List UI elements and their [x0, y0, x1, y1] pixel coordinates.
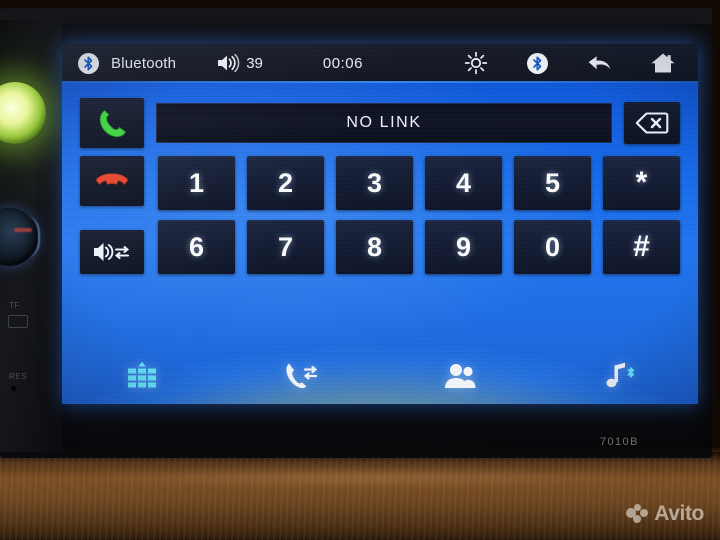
tf-slot-label: TF	[9, 301, 20, 310]
avito-watermark: Avito	[626, 502, 704, 526]
knob-highlight-ring	[6, 216, 40, 258]
table-light-reflection	[60, 466, 660, 488]
tf-card-slot[interactable]	[8, 315, 28, 328]
reset-label: RES	[9, 372, 27, 381]
touchscreen-display[interactable]: Bluetooth 39 00:06	[62, 44, 698, 404]
knob-indicator-mark	[14, 228, 32, 232]
reset-button[interactable]	[11, 386, 16, 391]
model-number-label: 7010B	[600, 436, 639, 448]
power-volume-knob[interactable]	[0, 82, 46, 144]
avito-logo-icon	[626, 504, 649, 524]
screen-vignette	[62, 44, 698, 404]
car-stereo-head-unit: TF RES 7010B Bluetooth	[0, 8, 712, 458]
avito-wordmark: Avito	[654, 502, 704, 525]
head-unit-left-bezel: TF RES	[0, 20, 62, 452]
photograph-of-car-head-unit: TF RES 7010B Bluetooth	[0, 0, 720, 540]
